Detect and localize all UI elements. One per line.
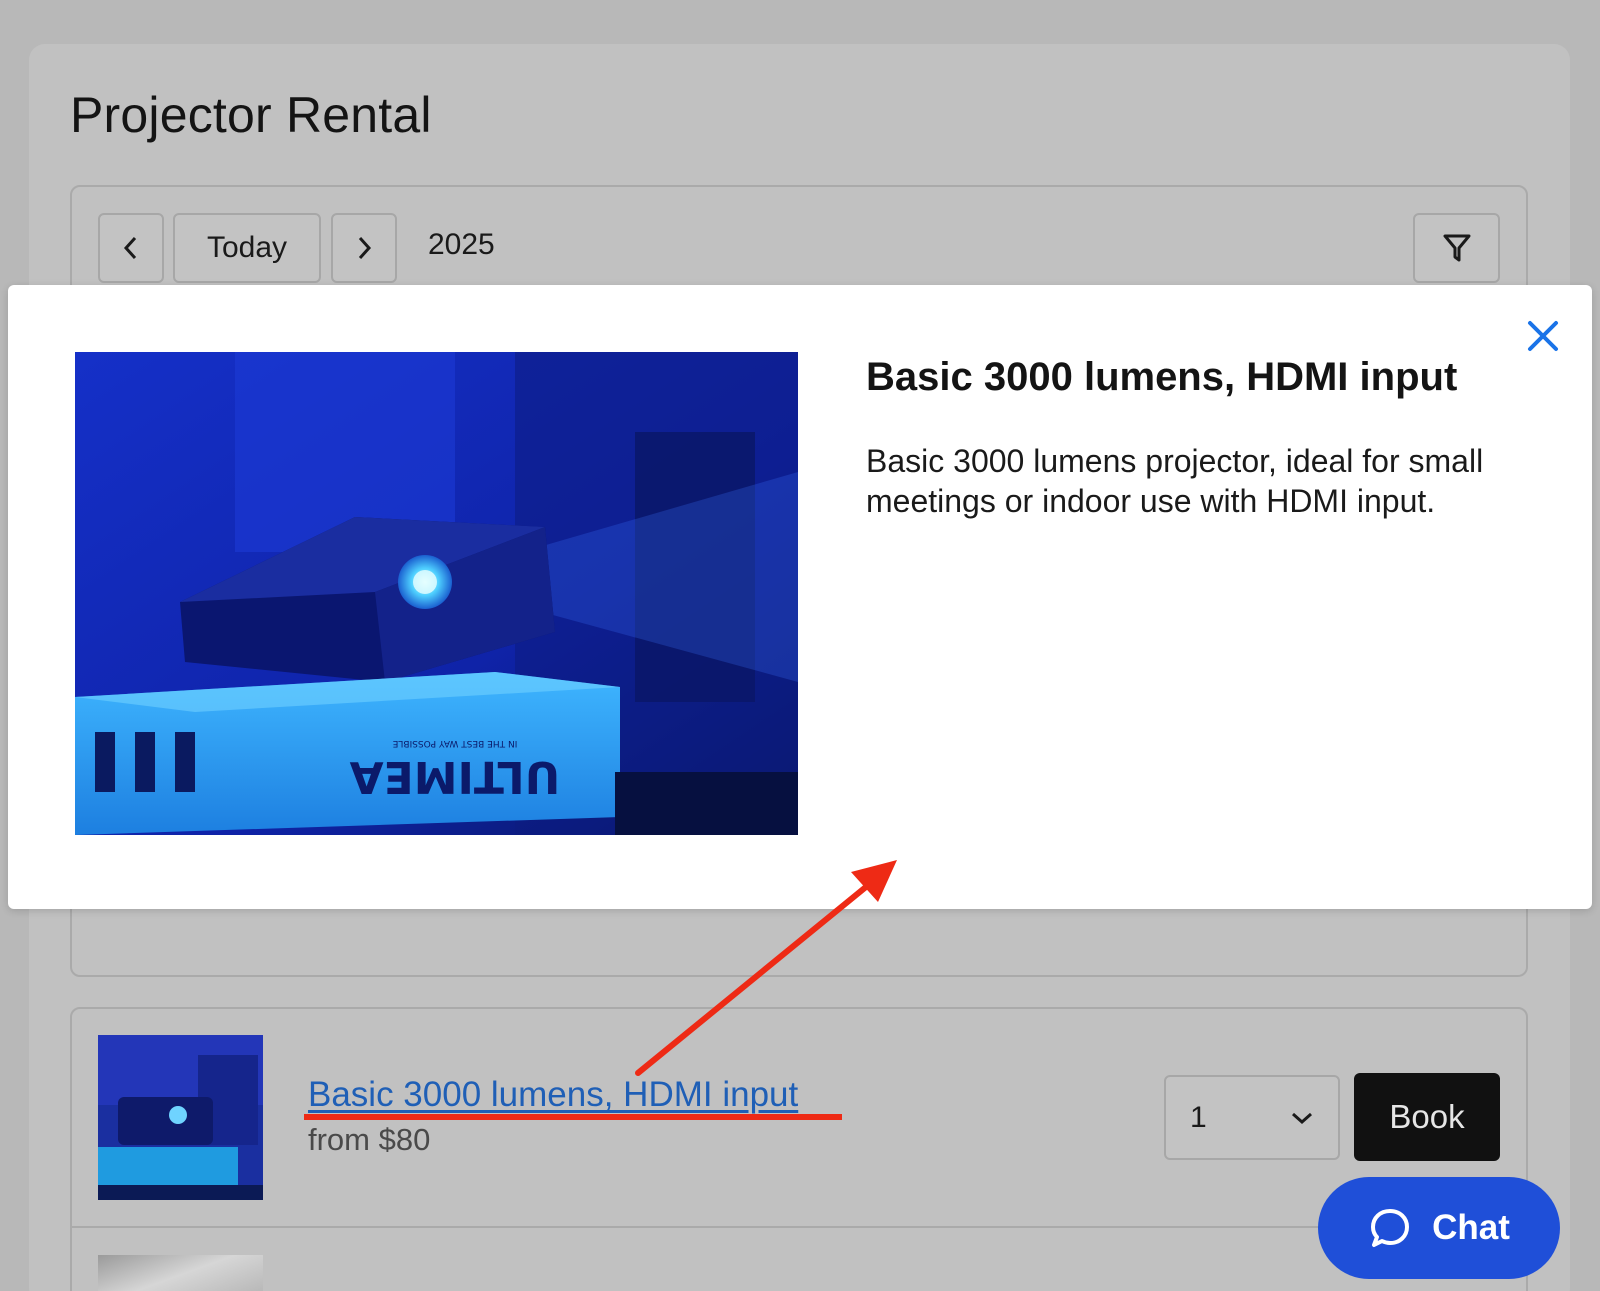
chevron-right-icon [358,236,372,260]
year-label: 2025 [428,228,495,261]
close-icon [1528,321,1558,351]
product-name-link[interactable]: Basic 3000 lumens, HDMI input [308,1075,798,1115]
list-divider [72,1226,1526,1228]
product-thumbnail[interactable] [98,1035,263,1200]
product-image: ULTIMEA IN THE BEST WAY POSSIBLE [75,352,798,835]
close-button[interactable] [1521,314,1565,358]
modal-description: Basic 3000 lumens projector, ideal for s… [866,443,1484,519]
chat-bubble-icon [1371,1209,1410,1247]
prev-button[interactable] [98,213,164,283]
chat-label: Chat [1432,1208,1510,1247]
filter-icon [1443,234,1470,262]
book-button[interactable]: Book [1354,1073,1500,1161]
chat-button[interactable]: Chat [1318,1177,1560,1279]
chevron-left-icon [123,236,137,260]
product-price: from $80 [308,1122,431,1157]
annotation-underline [304,1114,842,1120]
page-title: Projector Rental [70,87,432,143]
chevron-down-icon [1292,1112,1312,1124]
modal-title: Basic 3000 lumens, HDMI input [866,355,1458,399]
today-button[interactable]: Today [173,213,321,283]
image-tagline-text: IN THE BEST WAY POSSIBLE [392,738,517,748]
quantity-value: 1 [1190,1100,1207,1134]
quantity-select[interactable]: 1 [1164,1075,1340,1160]
product-thumbnail-2[interactable] [98,1255,263,1291]
next-button[interactable] [331,213,397,283]
filter-button[interactable] [1413,213,1500,283]
image-brand-text: ULTIMEA [350,751,561,802]
